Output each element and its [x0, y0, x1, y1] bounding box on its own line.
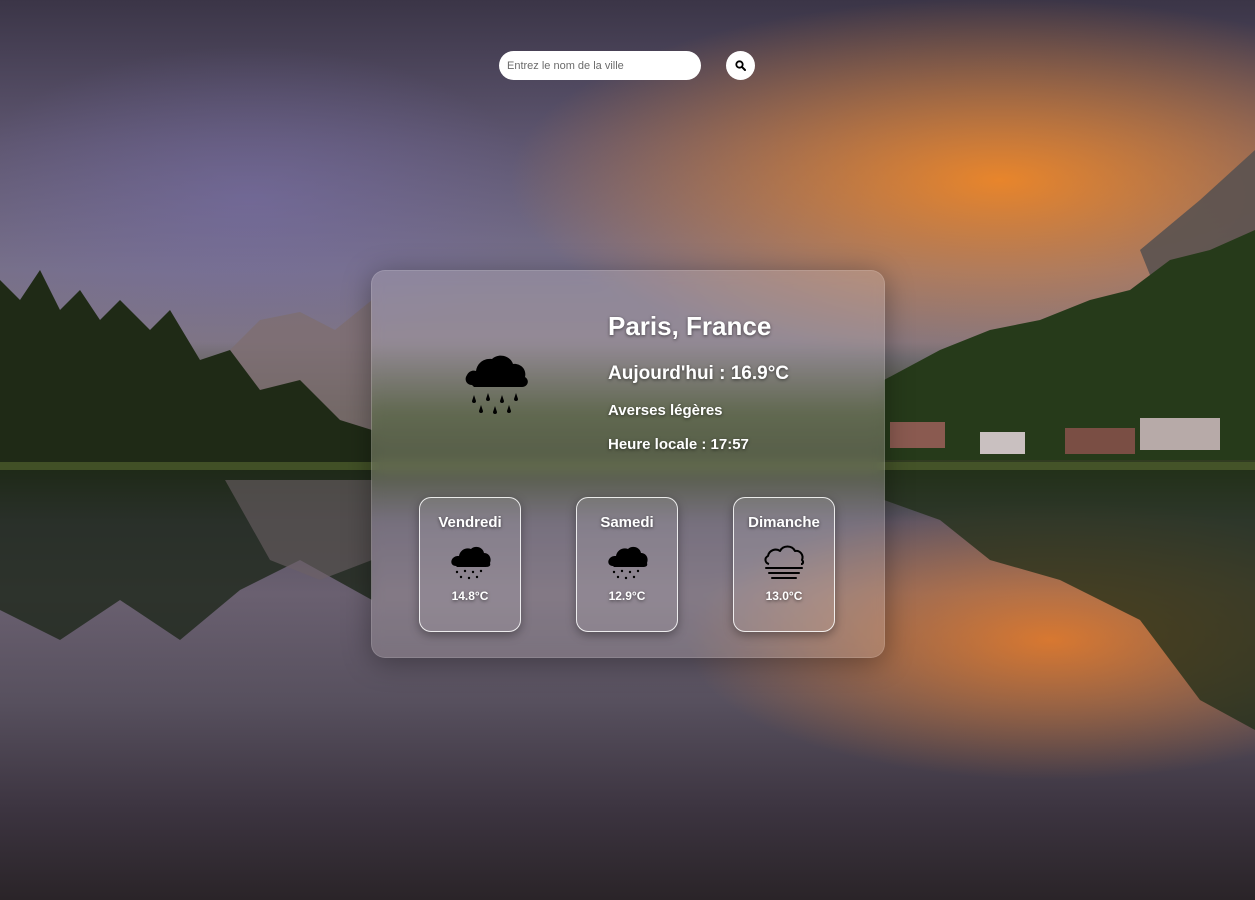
- current-weather-info: Paris, France Aujourd'hui : 16.9°C Avers…: [608, 311, 789, 453]
- forecast-temp: 12.9°C: [608, 589, 646, 603]
- forecast-temp: 13.0°C: [765, 589, 803, 603]
- weather-card: Paris, France Aujourd'hui : 16.9°C Avers…: [371, 270, 885, 658]
- weather-description: Averses légères: [608, 402, 723, 419]
- search-bar: [499, 51, 755, 80]
- forecast-day: Vendredi: [438, 514, 502, 531]
- forecast-day: Dimanche: [748, 514, 820, 531]
- fog-cloud-icon: [764, 545, 805, 579]
- local-time: Heure locale : 17:57: [608, 436, 749, 453]
- forecast-temp: 14.8°C: [451, 589, 489, 603]
- city-search-input[interactable]: [499, 51, 701, 80]
- search-button[interactable]: [726, 51, 755, 80]
- forecast-card-vendredi: Vendredi 14.8°C: [419, 497, 521, 632]
- search-icon: [735, 60, 746, 71]
- rain-cloud-icon: [465, 355, 528, 414]
- city-name: Paris, France: [608, 311, 772, 341]
- light-rain-cloud-icon: [608, 546, 648, 580]
- light-rain-cloud-icon: [451, 546, 491, 580]
- forecast-card-samedi: Samedi 12.9°C: [576, 497, 678, 632]
- forecast-day: Samedi: [600, 514, 654, 531]
- today-temperature: Aujourd'hui : 16.9°C: [608, 363, 790, 384]
- forecast-card-dimanche: Dimanche 13.0°C: [733, 497, 835, 632]
